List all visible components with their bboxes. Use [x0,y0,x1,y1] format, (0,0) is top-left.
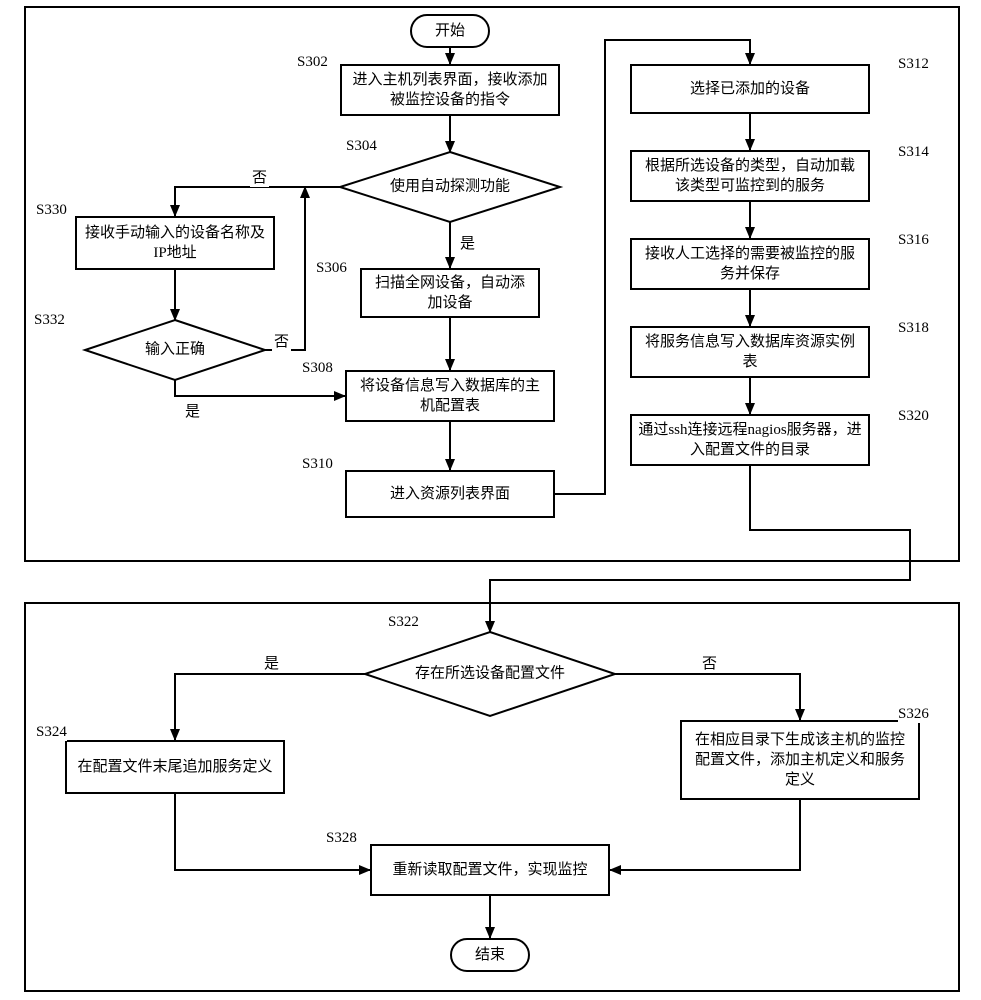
step-s310-label: S310 [302,456,333,473]
step-s308: 将设备信息写入数据库的主机配置表 [345,370,555,422]
step-s306-label: S306 [316,260,347,277]
step-s322: 存在所选设备配置文件 [365,632,615,716]
terminal-start: 开始 [410,14,490,48]
step-s330: 接收手动输入的设备名称及IP地址 [75,216,275,270]
step-s324-text: 在配置文件末尾追加服务定义 [77,757,272,777]
edge-s304-no: 否 [250,166,269,187]
step-s312-text: 选择已添加的设备 [690,79,810,99]
step-s326: 在相应目录下生成该主机的监控配置文件，添加主机定义和服务定义 [680,720,920,800]
edge-s304-yes: 是 [458,232,477,253]
step-s314-label: S314 [898,144,929,161]
step-s332-text: 输入正确 [85,340,265,360]
step-s314-text: 根据所选设备的类型，自动加载该类型可监控到的服务 [638,156,862,197]
step-s328-label: S328 [326,830,357,847]
step-s308-text: 将设备信息写入数据库的主机配置表 [353,376,547,417]
step-s330-text: 接收手动输入的设备名称及IP地址 [83,223,267,264]
step-s316-text: 接收人工选择的需要被监控的服务并保存 [638,244,862,285]
step-s312-label: S312 [898,56,929,73]
step-s316-label: S316 [898,232,929,249]
step-s332: 输入正确 [85,320,265,380]
step-s318: 将服务信息写入数据库资源实例表 [630,326,870,378]
step-s318-label: S318 [898,320,929,337]
step-s314: 根据所选设备的类型，自动加载该类型可监控到的服务 [630,150,870,202]
step-s326-label: S326 [898,706,929,723]
edge-s322-yes: 是 [262,652,281,673]
step-s332-label: S332 [34,312,65,329]
terminal-end: 结束 [450,938,530,972]
step-s310: 进入资源列表界面 [345,470,555,518]
step-s308-label: S308 [302,360,333,377]
step-s320-text: 通过ssh连接远程nagios服务器，进入配置文件的目录 [638,420,862,461]
step-s326-text: 在相应目录下生成该主机的监控配置文件，添加主机定义和服务定义 [688,730,912,791]
step-s330-label: S330 [36,202,67,219]
step-s304-label: S304 [346,138,377,155]
step-s304: 使用自动探测功能 [340,152,560,222]
edge-s332-yes: 是 [183,400,202,421]
step-s306: 扫描全网设备，自动添加设备 [360,268,540,318]
step-s312: 选择已添加的设备 [630,64,870,114]
step-s328: 重新读取配置文件，实现监控 [370,844,610,896]
step-s302-text: 进入主机列表界面，接收添加被监控设备的指令 [348,70,552,111]
terminal-start-text: 开始 [435,21,465,41]
step-s302-label: S302 [297,54,328,71]
edge-s332-no: 否 [272,330,291,351]
step-s306-text: 扫描全网设备，自动添加设备 [368,273,532,314]
step-s302: 进入主机列表界面，接收添加被监控设备的指令 [340,64,560,116]
terminal-end-text: 结束 [475,945,505,965]
step-s320-label: S320 [898,408,929,425]
step-s322-text: 存在所选设备配置文件 [365,664,615,684]
step-s304-text: 使用自动探测功能 [340,177,560,197]
step-s324-label: S324 [36,724,67,741]
step-s328-text: 重新读取配置文件，实现监控 [392,860,587,880]
step-s322-label: S322 [388,614,419,631]
step-s320: 通过ssh连接远程nagios服务器，进入配置文件的目录 [630,414,870,466]
step-s310-text: 进入资源列表界面 [390,484,510,504]
step-s324: 在配置文件末尾追加服务定义 [65,740,285,794]
edge-s322-no: 否 [700,652,719,673]
step-s318-text: 将服务信息写入数据库资源实例表 [638,332,862,373]
step-s316: 接收人工选择的需要被监控的服务并保存 [630,238,870,290]
